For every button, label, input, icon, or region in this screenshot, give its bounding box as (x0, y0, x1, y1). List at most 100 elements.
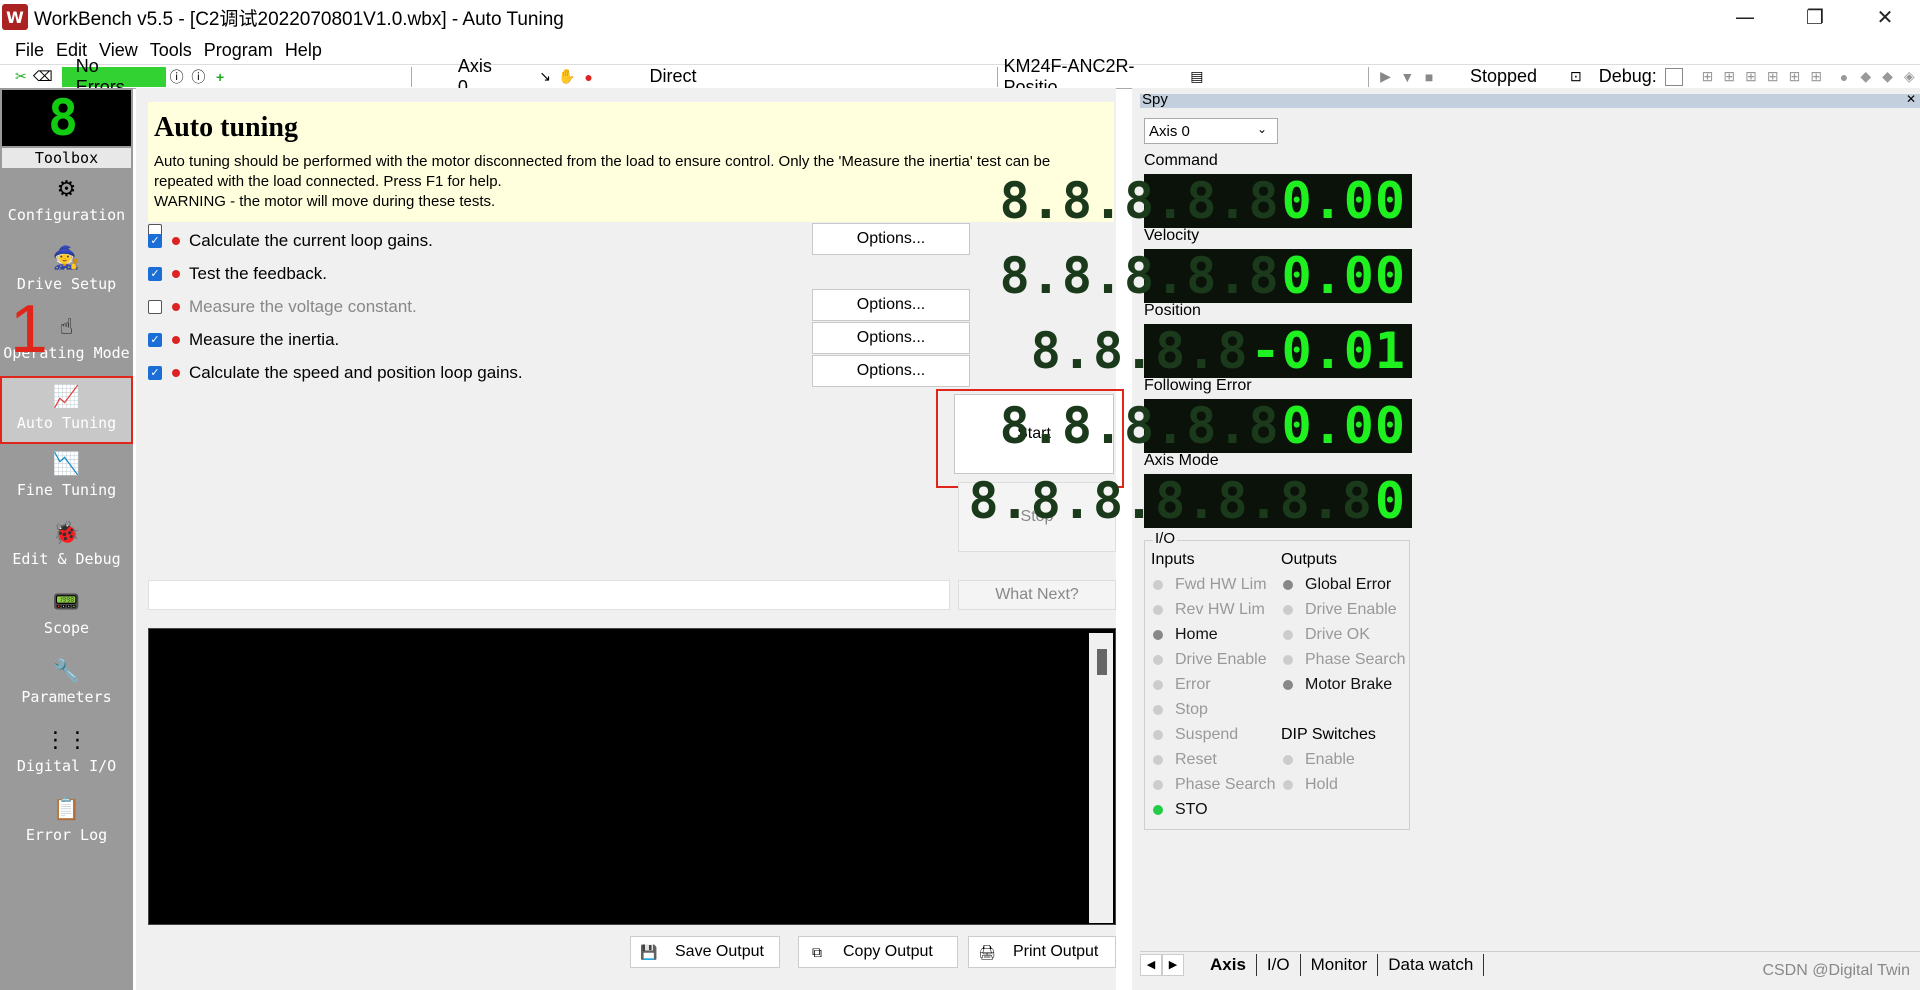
outputs-title: Outputs (1281, 551, 1338, 568)
clear-icon[interactable]: ◈ (1900, 68, 1918, 86)
monitor-icon[interactable]: ⊡ (1567, 68, 1585, 86)
step-out-icon[interactable]: ⊞ (1764, 68, 1782, 86)
options-button-inertia[interactable]: Options... (812, 322, 970, 354)
step-checkbox[interactable]: ✓ (148, 267, 162, 281)
toolbox-item-error-log[interactable]: 📋 Error Log (0, 790, 133, 858)
axis-select[interactable]: Axis 0 ⌄ (1144, 118, 1278, 144)
scrollbar-thumb[interactable] (1097, 649, 1107, 675)
print-output-button[interactable]: 🖨 Print Output (968, 936, 1116, 968)
copy-output-button[interactable]: ⧉ Copy Output (798, 936, 958, 968)
eraser-icon[interactable]: ⌫ (33, 68, 53, 86)
step-current-loop: ✓ Calculate the current loop gains. (148, 230, 433, 252)
step-over-icon[interactable]: ⊞ (1720, 68, 1738, 86)
stop-icon[interactable]: ● (580, 68, 598, 86)
warning-icon[interactable]: ⓘ (189, 68, 207, 86)
readout-command: 8.8.8.8.8 0.00 (1000, 172, 1412, 230)
diamond-icon[interactable]: ◆ (1857, 68, 1875, 86)
status-dot (172, 369, 180, 377)
close-icon[interactable]: ✕ (1906, 92, 1916, 106)
auto-tuning-panel: Auto tuning Auto tuning should be perfor… (136, 88, 1124, 990)
chevron-down-icon: ⌄ (1256, 122, 1267, 136)
toolbox-item-parameters[interactable]: 🔧 Parameters (0, 652, 133, 720)
toolbox-item-fine-tuning[interactable]: 📉 Fine Tuning (0, 445, 133, 513)
tab-monitor[interactable]: Monitor (1301, 953, 1379, 976)
restore-button[interactable]: ❐ (1780, 0, 1850, 34)
input-rev-hw-lim: Rev HW Lim (1153, 601, 1265, 619)
diamond-outline-icon[interactable]: ◆ (1879, 68, 1897, 86)
step-feedback: ✓ Test the feedback. (148, 263, 327, 285)
add-icon[interactable]: + (211, 68, 229, 86)
step-in-icon[interactable]: ⊞ (1742, 68, 1760, 86)
input-sto: STO (1153, 801, 1208, 819)
watch-icon[interactable]: ⊞ (1807, 68, 1825, 86)
spy-panel: Spy ✕ Axis 0 ⌄ Command 8.8.8.8.8 0.00 Ve… (969, 88, 1920, 990)
step-checkbox[interactable] (148, 300, 162, 314)
stop-square-icon[interactable]: ■ (1420, 68, 1438, 86)
drive-status-display: 8 (2, 90, 131, 146)
output-global-error: Global Error (1283, 576, 1391, 594)
toolbox-item-auto-tuning[interactable]: 📈 Auto Tuning (0, 376, 133, 444)
toolbox-item-configuration[interactable]: ⚙ Configuration (0, 170, 133, 238)
print-icon: 🖨 (978, 943, 996, 960)
led-icon (1153, 705, 1163, 715)
output-scrollbar[interactable] (1089, 633, 1113, 923)
input-error: Error (1153, 676, 1211, 694)
jog-icon[interactable]: ↘ (536, 68, 554, 86)
led-icon (1283, 630, 1293, 640)
run-to-icon[interactable]: ⊞ (1786, 68, 1804, 86)
step-checkbox[interactable]: ✓ (148, 366, 162, 380)
io-legend: I/O (1153, 530, 1178, 547)
debug-box[interactable] (1664, 67, 1683, 86)
tab-next-icon[interactable]: ▶ (1162, 953, 1184, 976)
tab-prev-icon[interactable]: ◀ (1140, 953, 1162, 976)
toolbox-item-edit-debug[interactable]: 🐞 Edit & Debug (0, 514, 133, 582)
led-icon (1283, 580, 1293, 590)
minimize-button[interactable]: — (1710, 0, 1780, 34)
io-group: I/O Inputs Outputs Fwd HW Lim Rev HW Lim… (1144, 530, 1410, 830)
output-console (148, 628, 1116, 925)
breakpoint-icon[interactable]: ● (1835, 68, 1853, 86)
input-drive-enable: Drive Enable (1153, 651, 1267, 669)
readout-label-velocity: Velocity (1144, 227, 1200, 244)
tab-io[interactable]: I/O (1257, 953, 1301, 976)
dip-hold: Hold (1283, 776, 1338, 794)
menu-help[interactable]: Help (279, 40, 328, 61)
menu-tools[interactable]: Tools (144, 40, 198, 61)
toolbox-item-digital-io[interactable]: ⋮⋮ Digital I/O (0, 721, 133, 789)
led-icon (1153, 805, 1163, 815)
step-icon[interactable]: ⊞ (1699, 68, 1717, 86)
info-icon[interactable]: ⓘ (168, 68, 186, 86)
title-bar: W WorkBench v5.5 - [C2调试2022070801V1.0.w… (0, 0, 1920, 34)
play-icon[interactable]: ▶ (1377, 68, 1395, 86)
options-button-voltage-constant[interactable]: Options... (812, 289, 970, 321)
step-checkbox[interactable]: ✓ (148, 333, 162, 347)
tab-data-watch[interactable]: Data watch (1378, 953, 1485, 976)
copy-icon: ⧉ (812, 943, 822, 960)
dip-switches-title: DIP Switches (1281, 726, 1376, 743)
step-checkbox[interactable]: ✓ (148, 234, 162, 248)
document-icon[interactable]: ▤ (1188, 68, 1206, 86)
readout-following-error: 8.8.8.8.8 0.00 (1000, 397, 1412, 455)
options-button-speed-position[interactable]: Options... (812, 355, 970, 387)
tab-axis[interactable]: Axis (1200, 953, 1257, 976)
toolbox-item-scope[interactable]: 📟 Scope (0, 583, 133, 651)
what-next-button[interactable]: What Next? (958, 580, 1116, 610)
options-button-current-loop[interactable]: Options... (812, 223, 970, 255)
hand-icon[interactable]: ✋ (558, 68, 576, 86)
dropdown-icon[interactable]: ▼ (1398, 68, 1416, 86)
input-reset: Reset (1153, 751, 1217, 769)
menu-bar: File Edit View Tools Program Help (0, 36, 1920, 64)
close-button[interactable]: ✕ (1850, 0, 1920, 34)
program-state: Stopped (1469, 66, 1537, 86)
menu-file[interactable]: File (9, 40, 50, 61)
connect-icon[interactable]: ✂ (12, 68, 30, 86)
wizard-icon: 🧙 (52, 245, 81, 271)
step-speed-position: ✓ Calculate the speed and position loop … (148, 362, 523, 384)
readout-label-position: Position (1144, 302, 1201, 319)
window-title: WorkBench v5.5 - [C2调试2022070801V1.0.wbx… (34, 8, 564, 30)
scope-icon: 📟 (52, 589, 81, 615)
save-output-button[interactable]: 💾 Save Output (630, 936, 780, 968)
workbench-icon: W (2, 4, 28, 30)
output-motor-brake: Motor Brake (1283, 676, 1392, 694)
menu-program[interactable]: Program (198, 40, 279, 61)
